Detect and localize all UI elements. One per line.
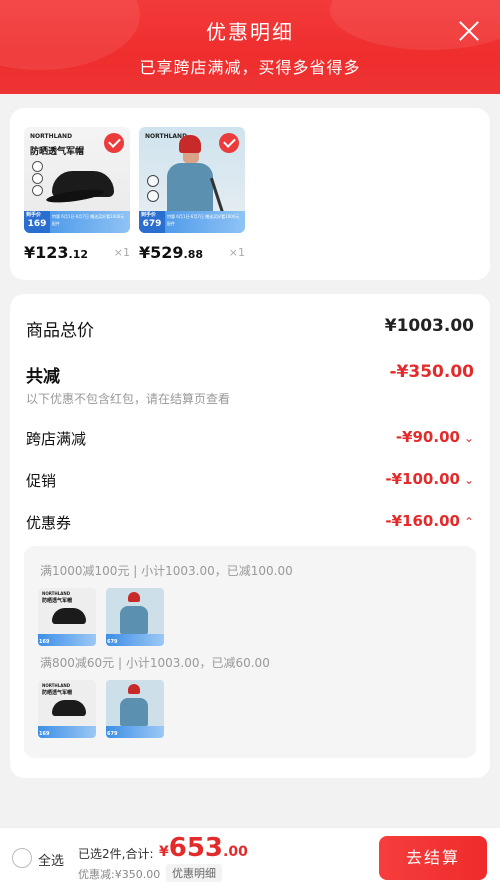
promotion-value: -¥100.00	[385, 470, 460, 488]
total-discount-value: -¥350.00	[389, 362, 475, 382]
page-title: 优惠明细	[206, 20, 294, 44]
total-discount-label: 共减	[26, 367, 60, 387]
discount-amount: 优惠减:¥350.00	[78, 868, 161, 881]
coupon-product-thumb-hat: NORTHLAND 防晒透气军帽 169	[38, 680, 96, 738]
coupon-label[interactable]: 优惠券	[26, 512, 71, 533]
promo-price-band: 到手价 679 特惠 6月1日-6月7日 赠送买好看1000元配件	[139, 211, 245, 233]
promo-price-tag: 679	[107, 639, 118, 645]
promo-price-tag: 169	[39, 731, 50, 737]
promo-band-text: 特惠 6月1日-6月7日 赠送买好看1000元配件	[167, 214, 240, 226]
selected-check-icon[interactable]	[219, 133, 239, 153]
cross-store-discount-value: -¥90.00	[395, 428, 460, 446]
product-price: ¥123.12	[24, 243, 89, 262]
product-image-label: 防晒透气军帽	[30, 147, 85, 157]
chevron-down-icon[interactable]: ⌄	[464, 431, 474, 445]
hat-graphic	[179, 135, 201, 153]
page-subtitle: 已享跨店满减，买得多省得多	[139, 58, 361, 77]
jacket-graphic	[120, 606, 148, 634]
cross-store-discount-row[interactable]: -¥90.00 ⌄	[396, 428, 474, 446]
hat-graphic	[128, 592, 140, 602]
coupon-value: -¥160.00	[385, 512, 460, 530]
products-card: NORTHLAND 防晒透气军帽 到手价 169 特惠 6月1日-6月7日 赠送买…	[10, 108, 490, 280]
goods-total-label: 商品总价	[26, 321, 94, 341]
product-image-jacket[interactable]: NORTHLAND 到手价 679 特惠 6月1日-6月7日 赠送买好看1000元…	[139, 127, 245, 233]
promotion-row[interactable]: -¥100.00 ⌄	[385, 470, 474, 488]
product-item[interactable]: NORTHLAND 防晒透气军帽 到手价 169 特惠 6月1日-6月7日 赠送买…	[24, 127, 130, 262]
discount-summary-card: 商品总价 ¥1003.00 共减 -¥350.00 以下优惠不包含红包，请在结算…	[10, 294, 490, 778]
chevron-up-icon[interactable]: ⌃	[464, 515, 474, 529]
product-image-hat[interactable]: NORTHLAND 防晒透气军帽 到手价 169 特惠 6月1日-6月7日 赠送买…	[24, 127, 130, 233]
checkout-bar: 全选 已选2件,合计: ¥653.00 优惠减:¥350.00 优惠明细 去结算	[0, 827, 500, 882]
coupon-rule-text: 满800减60元 | 小计1003.00，已减60.00	[40, 656, 270, 670]
select-all-label[interactable]: 全选	[38, 850, 64, 869]
hat-graphic	[128, 684, 140, 694]
total-price: ¥653.00	[159, 833, 248, 863]
product-item[interactable]: NORTHLAND 到手价 679 特惠 6月1日-6月7日 赠送买好看1000元…	[139, 127, 245, 262]
cross-store-discount-label[interactable]: 跨店满减	[26, 428, 86, 449]
brand-logo: NORTHLAND	[30, 133, 73, 140]
promo-price-tag: 到手价 169	[24, 211, 50, 233]
goods-total-value: ¥1003.00	[384, 316, 474, 336]
hat-graphic	[52, 700, 86, 716]
selected-check-icon[interactable]	[104, 133, 124, 153]
coupon-product-thumb-jacket: 679	[106, 680, 164, 738]
coupon-product-thumb-hat: NORTHLAND 防晒透气军帽 169	[38, 588, 96, 646]
select-all-radio[interactable]	[12, 848, 32, 868]
coupon-details-panel: 满1000减100元 | 小计1003.00，已减100.00 NORTHLAN…	[24, 546, 476, 758]
header-banner: 优惠明细 已享跨店满减，买得多省得多	[0, 0, 500, 94]
hat-graphic	[52, 608, 86, 624]
product-image-label: 防晒透气军帽	[42, 598, 73, 604]
promo-price-band: 到手价 169 特惠 6月1日-6月7日 赠送买好看1000元配件	[24, 211, 130, 233]
discount-details-link[interactable]: 优惠明细	[166, 864, 222, 882]
product-quantity: ×1	[228, 246, 245, 259]
product-quantity: ×1	[113, 246, 130, 259]
promo-price-tag: 到手价 679	[139, 211, 165, 233]
promo-price-tag: 679	[107, 731, 118, 737]
coupon-rule-text: 满1000减100元 | 小计1003.00，已减100.00	[40, 564, 293, 578]
promo-band-text: 特惠 6月1日-6月7日 赠送买好看1000元配件	[52, 214, 125, 226]
product-image-label: 防晒透气军帽	[42, 690, 73, 696]
checkout-button[interactable]: 去结算	[379, 836, 487, 880]
brand-logo: NORTHLAND	[42, 591, 71, 596]
product-price: ¥529.88	[139, 243, 204, 262]
discount-note: 以下优惠不包含红包，请在结算页查看	[26, 392, 231, 406]
brand-logo: NORTHLAND	[42, 683, 71, 688]
chevron-down-icon[interactable]: ⌄	[464, 473, 474, 487]
coupon-product-thumb-jacket: 679	[106, 588, 164, 646]
selected-count: 已选2件,合计:	[78, 847, 154, 861]
jacket-graphic	[120, 698, 148, 726]
close-icon[interactable]	[456, 18, 482, 44]
promo-price-tag: 169	[39, 639, 50, 645]
promotion-label[interactable]: 促销	[26, 470, 56, 491]
feature-icons	[147, 175, 159, 205]
coupon-row[interactable]: -¥160.00 ⌃	[385, 512, 474, 530]
